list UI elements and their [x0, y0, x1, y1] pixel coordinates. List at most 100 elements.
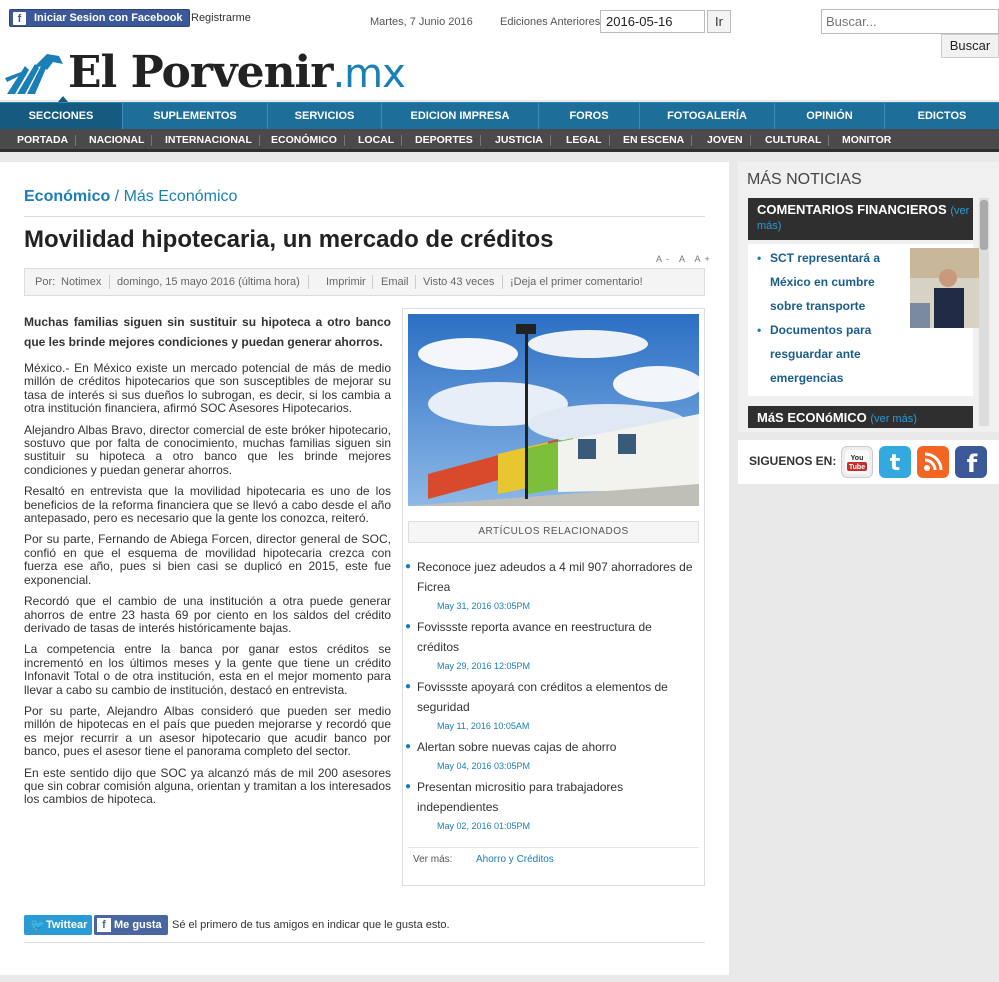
nav-item-edictos[interactable]: EDICTOS: [885, 103, 999, 129]
edition-go-button[interactable]: Ir: [707, 10, 731, 33]
nav-item-fotogaleria[interactable]: FOTOGALERÍA: [640, 103, 775, 129]
subnav-monitor[interactable]: MONITOR: [836, 129, 897, 151]
subnav-economico[interactable]: ECONÓMICO: [265, 129, 345, 151]
nav-active-pointer: [58, 96, 68, 102]
subnav-legal[interactable]: LEGAL: [560, 129, 610, 151]
subnav-internacional[interactable]: INTERNACIONAL: [159, 129, 260, 151]
bullet-icon: ●: [405, 621, 412, 632]
nav-item-edicion-impresa[interactable]: EDICION IMPRESA: [382, 103, 539, 129]
subnav-local[interactable]: LOCAL: [352, 129, 403, 151]
tweet-button[interactable]: 🐦 Twittear: [24, 915, 92, 935]
financial-comments-title: COMENTARIOS FINANCIEROS: [757, 202, 947, 217]
financial-comment-title[interactable]: SCT representará a México en cumbre sobr…: [770, 251, 880, 313]
related-article-title[interactable]: Alertan sobre nuevas cajas de ahorro: [417, 737, 695, 757]
divider: [408, 847, 699, 848]
facebook-login-button[interactable]: f Iniciar Sesion con Facebook: [9, 9, 190, 27]
related-article-title[interactable]: Fovissste reporta avance en reestructura…: [417, 617, 695, 657]
subnav-justicia[interactable]: JUSTICIA: [489, 129, 551, 151]
related-article-date: May 11, 2016 10:05AM: [437, 721, 530, 731]
site-logo[interactable]: El Porvenir.mx: [3, 48, 443, 98]
more-economic-see-more-link[interactable]: (ver más): [870, 413, 916, 425]
financial-comment-item[interactable]: • Documentos para resguardar ante emerge…: [757, 318, 900, 390]
print-link[interactable]: Imprimir: [326, 276, 366, 288]
article-title: Movilidad hipotecaria, un mercado de cré…: [24, 226, 554, 253]
nav-item-opinion[interactable]: OPINIÓN: [775, 103, 885, 129]
nav-item-foros[interactable]: FOROS: [539, 103, 640, 129]
article-lead: Muchas familias siguen sin sustituir su …: [24, 315, 391, 349]
financial-comments-heading: COMENTARIOS FINANCIEROS (ver más): [748, 198, 973, 240]
related-article[interactable]: ● Reconoce juez adeudos a 4 mil 907 ahor…: [405, 557, 695, 615]
bullet-icon: ●: [405, 781, 412, 792]
related-article-date: May 29, 2016 12:05PM: [437, 661, 531, 671]
subnav-cultural[interactable]: CULTURAL: [759, 129, 830, 151]
font-size-controls[interactable]: A- A A+: [656, 254, 714, 264]
breadcrumb-subsection[interactable]: Más Económico: [124, 188, 238, 205]
subnav-en-escena[interactable]: EN ESCENA: [617, 129, 693, 151]
scrollbar-thumb[interactable]: [980, 200, 988, 250]
breadcrumb-separator: /: [110, 188, 124, 205]
logo-name: El Porvenir: [68, 47, 333, 98]
nav-item-secciones[interactable]: SECCIONES: [0, 103, 123, 129]
see-more-link[interactable]: Ahorro y Créditos: [476, 854, 554, 865]
article-paragraph: México.- En México existe un mercado pot…: [24, 361, 391, 416]
article-paragraph: Resaltó en entrevista que la movilidad h…: [24, 484, 391, 526]
bullet-icon: ●: [405, 561, 412, 572]
related-articles-list: ● Reconoce juez adeudos a 4 mil 907 ahor…: [405, 557, 695, 837]
related-article[interactable]: ● Fovissste reporta avance en reestructu…: [405, 617, 695, 675]
svg-text:f: f: [967, 450, 978, 478]
edition-date-input[interactable]: [600, 10, 705, 33]
section-nav: PORTADA NACIONAL INTERNACIONAL ECONÓMICO…: [0, 129, 999, 152]
financial-comment-title[interactable]: Documentos para resguardar ante emergenc…: [770, 323, 871, 385]
scrollbar[interactable]: [979, 198, 989, 426]
subnav-nacional[interactable]: NACIONAL: [83, 129, 153, 151]
facebook-like-button[interactable]: f Me gusta: [94, 915, 168, 935]
article-paragraph: Por su parte, Fernando de Abiega Forcen,…: [24, 532, 391, 587]
subnav-joven[interactable]: JOVEN: [701, 129, 751, 151]
related-article-title[interactable]: Presentan micrositio para trabajadores i…: [417, 777, 695, 817]
financial-comment-item[interactable]: • SCT representará a México en cumbre so…: [757, 246, 900, 318]
current-date: Martes, 7 Junio 2016: [370, 16, 473, 28]
breadcrumb: Económico / Más Económico: [24, 188, 237, 206]
svg-text:t: t: [890, 451, 901, 476]
nav-item-suplementos[interactable]: SUPLEMENTOS: [123, 103, 268, 129]
main-nav: SECCIONES SUPLEMENTOS SERVICIOS EDICION …: [0, 102, 999, 129]
tweet-label: Twittear: [46, 919, 88, 931]
youtube-logo: You Tube: [845, 450, 869, 474]
rss-icon[interactable]: [917, 446, 949, 478]
related-article-title[interactable]: Reconoce juez adeudos a 4 mil 907 ahorra…: [417, 557, 695, 597]
follow-us-panel: SIGUENOS EN: You Tube t f: [738, 440, 999, 484]
related-article[interactable]: ● Presentan micrositio para trabajadores…: [405, 777, 695, 835]
rss-logo: [924, 452, 943, 471]
financial-comment-thumbnail[interactable]: [910, 248, 981, 328]
related-article[interactable]: ● Fovissste apoyará con créditos a eleme…: [405, 677, 695, 735]
bullet-icon: ●: [405, 741, 412, 752]
facebook-icon[interactable]: f: [955, 446, 987, 478]
article-container: Económico / Más Económico Movilidad hipo…: [0, 162, 729, 975]
subnav-deportes[interactable]: DEPORTES: [409, 129, 481, 151]
subnav-portada[interactable]: PORTADA: [11, 129, 77, 151]
svg-text:Tube: Tube: [849, 464, 865, 471]
article-body: México.- En México existe un mercado pot…: [24, 361, 391, 815]
article-photo[interactable]: [408, 314, 699, 506]
related-article[interactable]: ● Alertan sobre nuevas cajas de ahorro M…: [405, 737, 695, 775]
nav-item-servicios[interactable]: SERVICIOS: [268, 103, 382, 129]
more-news-title: MÁS NOTICIAS: [747, 171, 862, 188]
related-article-title[interactable]: Fovissste apoyará con créditos a element…: [417, 677, 695, 717]
twitter-logo: t: [890, 451, 901, 476]
comment-link[interactable]: ¡Deja el primer comentario!: [510, 276, 643, 288]
bullet-icon: •: [757, 251, 762, 265]
bullet-icon: ●: [405, 681, 412, 692]
search-input[interactable]: [821, 9, 999, 34]
twitter-icon[interactable]: t: [879, 446, 911, 478]
breadcrumb-section[interactable]: Económico: [24, 188, 110, 205]
register-link[interactable]: Registrarme: [191, 12, 251, 24]
meta-separator: [308, 275, 309, 289]
more-economic-title: MáS ECONóMICO: [757, 410, 867, 425]
more-economic-heading: MáS ECONóMICO (ver más): [748, 406, 973, 428]
housing-photo-image: [408, 314, 699, 506]
search-button[interactable]: Buscar: [941, 34, 999, 58]
divider: [24, 216, 705, 217]
email-link[interactable]: Email: [381, 276, 409, 288]
youtube-icon[interactable]: You Tube: [841, 446, 873, 478]
follow-us-label: SIGUENOS EN:: [749, 454, 837, 468]
